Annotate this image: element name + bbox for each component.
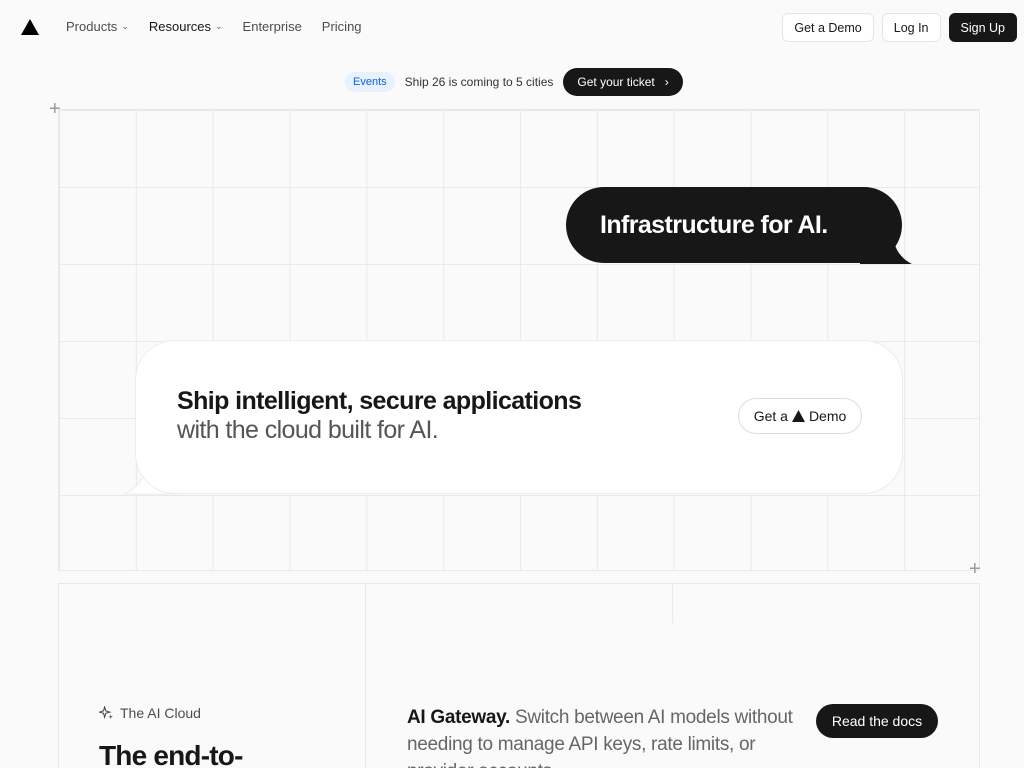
hero-demo-button[interactable]: Get a Demo — [738, 398, 862, 434]
nav-links: Products ⌄ Resources ⌄ Enterprise Pricin… — [66, 19, 362, 34]
chevron-down-icon: ⌄ — [121, 21, 129, 31]
plus-marker-icon: + — [969, 558, 981, 580]
divider — [365, 583, 366, 768]
divider — [672, 583, 673, 623]
triangle-logo-icon[interactable] — [21, 19, 39, 35]
nav-actions: Get a Demo Log In Sign Up — [782, 13, 1017, 42]
section-label: The AI Cloud — [99, 705, 201, 721]
get-demo-button[interactable]: Get a Demo — [782, 13, 874, 42]
hero-bubble-text: Infrastructure for AI. — [600, 210, 828, 239]
hero-subtitle: with the cloud built for AI. — [177, 416, 439, 444]
announcement-text: Ship 26 is coming to 5 cities — [404, 75, 554, 89]
chevron-right-icon: › — [664, 75, 669, 89]
read-docs-button[interactable]: Read the docs — [816, 704, 938, 738]
nav-link-pricing[interactable]: Pricing — [322, 19, 362, 34]
top-nav: Products ⌄ Resources ⌄ Enterprise Pricin… — [0, 0, 1024, 56]
triangle-logo-icon — [791, 410, 805, 422]
get-ticket-button[interactable]: Get your ticket › — [563, 68, 683, 96]
announcement-bar: Events Ship 26 is coming to 5 cities Get… — [345, 68, 683, 96]
sparkles-icon — [99, 705, 114, 719]
hero-bubble: Infrastructure for AI. — [566, 187, 902, 263]
gateway-description: AI Gateway. Switch between AI models wit… — [407, 704, 797, 768]
plus-marker-icon: + — [49, 98, 61, 120]
nav-link-enterprise[interactable]: Enterprise — [243, 19, 302, 34]
gateway-title: AI Gateway. — [407, 707, 510, 728]
nav-link-products[interactable]: Products ⌄ — [66, 19, 129, 34]
section-heading: The end-to- — [99, 740, 243, 768]
nav-link-resources[interactable]: Resources ⌄ — [149, 19, 223, 34]
signup-button[interactable]: Sign Up — [948, 13, 1017, 42]
login-button[interactable]: Log In — [881, 13, 941, 42]
events-badge: Events — [345, 72, 395, 92]
chevron-down-icon: ⌄ — [215, 21, 223, 31]
hero-title: Ship intelligent, secure applications — [177, 387, 582, 415]
